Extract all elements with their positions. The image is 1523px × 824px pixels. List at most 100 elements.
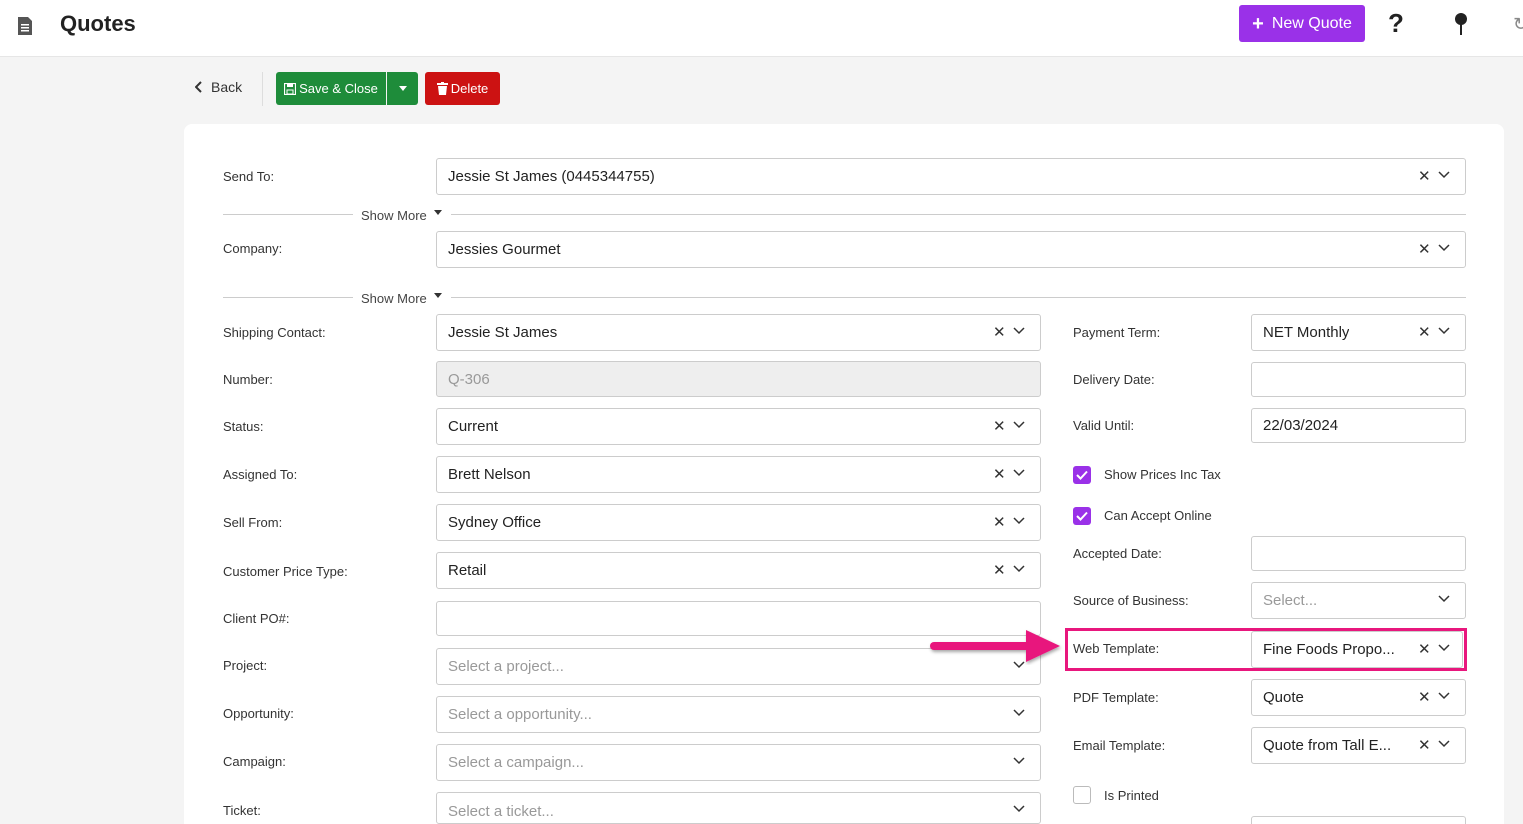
clear-icon[interactable]: ✕ bbox=[993, 323, 1006, 341]
chevron-down-icon[interactable] bbox=[1013, 421, 1025, 429]
company-value: Jessies Gourmet bbox=[448, 241, 561, 258]
chevron-down-icon[interactable] bbox=[1438, 692, 1450, 700]
shipping-contact-select[interactable]: Jessie St James ✕ bbox=[436, 314, 1041, 351]
valid-until-label: Valid Until: bbox=[1073, 418, 1135, 433]
show-more-label: Show More bbox=[361, 291, 427, 306]
caret-down-icon bbox=[433, 210, 442, 215]
clear-icon[interactable]: ✕ bbox=[1418, 240, 1431, 258]
chevron-down-icon[interactable] bbox=[1438, 595, 1450, 603]
customer-price-type-select[interactable]: Retail ✕ bbox=[436, 552, 1041, 589]
document-icon bbox=[18, 17, 32, 35]
chevron-down-icon[interactable] bbox=[1013, 709, 1025, 717]
top-bar: Quotes + New Quote ? ↻ bbox=[0, 0, 1523, 57]
chevron-left-icon bbox=[195, 81, 202, 93]
delete-label: Delete bbox=[450, 81, 489, 96]
new-quote-button[interactable]: + New Quote bbox=[1239, 5, 1365, 42]
sell-from-label: Sell From: bbox=[223, 515, 283, 530]
source-of-business-label: Source of Business: bbox=[1073, 593, 1189, 608]
delivery-date-input[interactable] bbox=[1251, 362, 1466, 397]
sell-from-value: Sydney Office bbox=[448, 514, 542, 531]
number-field: Q-306 bbox=[436, 361, 1041, 397]
chevron-down-icon[interactable] bbox=[1013, 757, 1025, 765]
partial-field[interactable] bbox=[1251, 816, 1466, 824]
customer-price-type-label: Customer Price Type: bbox=[223, 564, 348, 579]
payment-term-value: NET Monthly bbox=[1263, 324, 1350, 341]
pin-icon[interactable] bbox=[1453, 12, 1469, 36]
clear-icon[interactable]: ✕ bbox=[993, 465, 1006, 483]
accepted-date-label: Accepted Date: bbox=[1073, 546, 1162, 561]
save-close-label: Save & Close bbox=[299, 81, 378, 96]
clear-icon[interactable]: ✕ bbox=[993, 561, 1006, 579]
chevron-down-icon[interactable] bbox=[1438, 171, 1450, 179]
caret-down-icon bbox=[433, 293, 442, 298]
delete-button[interactable]: Delete bbox=[425, 72, 500, 105]
can-accept-online-checkbox[interactable] bbox=[1073, 507, 1091, 525]
check-icon bbox=[1076, 511, 1088, 521]
source-of-business-placeholder: Select... bbox=[1263, 592, 1318, 609]
chevron-down-icon[interactable] bbox=[1013, 565, 1025, 573]
email-template-select[interactable]: Quote from Tall E... ✕ bbox=[1251, 727, 1466, 764]
chevron-down-icon[interactable] bbox=[1438, 327, 1450, 335]
valid-until-input[interactable]: 22/03/2024 bbox=[1251, 408, 1466, 443]
valid-until-value: 22/03/2024 bbox=[1263, 417, 1339, 434]
save-options-dropdown[interactable] bbox=[387, 72, 418, 105]
chevron-down-icon[interactable] bbox=[1438, 740, 1450, 748]
opportunity-placeholder: Select a opportunity... bbox=[448, 706, 592, 723]
show-more-toggle[interactable]: Show More bbox=[361, 208, 442, 223]
back-button[interactable]: Back bbox=[195, 79, 242, 95]
chevron-down-icon[interactable] bbox=[1013, 517, 1025, 525]
company-select[interactable]: Jessies Gourmet ✕ bbox=[436, 231, 1466, 268]
show-prices-inc-tax-checkbox[interactable] bbox=[1073, 466, 1091, 484]
clear-icon[interactable]: ✕ bbox=[1418, 323, 1431, 341]
source-of-business-select[interactable]: Select... bbox=[1251, 582, 1466, 619]
sell-from-select[interactable]: Sydney Office ✕ bbox=[436, 504, 1041, 541]
clear-icon[interactable]: ✕ bbox=[993, 417, 1006, 435]
number-label: Number: bbox=[223, 372, 273, 387]
ticket-label: Ticket: bbox=[223, 803, 261, 818]
is-printed-checkbox[interactable] bbox=[1073, 786, 1091, 804]
campaign-select[interactable]: Select a campaign... bbox=[436, 744, 1041, 781]
caret-down-icon bbox=[398, 86, 407, 91]
delivery-date-label: Delivery Date: bbox=[1073, 372, 1155, 387]
refresh-icon[interactable]: ↻ bbox=[1513, 14, 1523, 35]
help-icon[interactable]: ? bbox=[1388, 8, 1404, 39]
chevron-down-icon[interactable] bbox=[1438, 244, 1450, 252]
opportunity-label: Opportunity: bbox=[223, 706, 294, 721]
client-po-label: Client PO#: bbox=[223, 611, 290, 626]
chevron-down-icon[interactable] bbox=[1013, 469, 1025, 477]
shipping-contact-value: Jessie St James bbox=[448, 324, 558, 341]
show-more-toggle[interactable]: Show More bbox=[361, 291, 442, 306]
payment-term-label: Payment Term: bbox=[1073, 325, 1161, 340]
send-to-select[interactable]: Jessie St James (0445344755) ✕ bbox=[436, 158, 1466, 195]
save-close-button[interactable]: Save & Close bbox=[276, 72, 386, 105]
project-placeholder: Select a project... bbox=[448, 658, 564, 675]
divider-line bbox=[223, 297, 353, 298]
accepted-date-input[interactable] bbox=[1251, 536, 1466, 571]
pdf-template-select[interactable]: Quote ✕ bbox=[1251, 679, 1466, 716]
show-prices-inc-tax-label: Show Prices Inc Tax bbox=[1104, 467, 1221, 482]
divider-line bbox=[223, 214, 353, 215]
is-printed-label: Is Printed bbox=[1104, 788, 1159, 803]
clear-icon[interactable]: ✕ bbox=[1418, 688, 1431, 706]
chevron-down-icon[interactable] bbox=[1013, 327, 1025, 335]
company-label: Company: bbox=[223, 241, 283, 256]
ticket-select[interactable]: Select a ticket... bbox=[436, 792, 1041, 824]
assigned-to-label: Assigned To: bbox=[223, 467, 298, 482]
pdf-template-label: PDF Template: bbox=[1073, 690, 1159, 705]
chevron-down-icon[interactable] bbox=[1013, 805, 1025, 813]
clear-icon[interactable]: ✕ bbox=[993, 513, 1006, 531]
status-select[interactable]: Current ✕ bbox=[436, 408, 1041, 445]
annotation-arrow-icon bbox=[930, 630, 1060, 662]
status-value: Current bbox=[448, 418, 499, 435]
divider-line bbox=[451, 297, 1466, 298]
page-title: Quotes bbox=[60, 11, 136, 36]
show-more-label: Show More bbox=[361, 208, 427, 223]
clear-icon[interactable]: ✕ bbox=[1418, 736, 1431, 754]
assigned-to-select[interactable]: Brett Nelson ✕ bbox=[436, 456, 1041, 493]
opportunity-select[interactable]: Select a opportunity... bbox=[436, 696, 1041, 733]
email-template-label: Email Template: bbox=[1073, 738, 1166, 753]
customer-price-type-value: Retail bbox=[448, 562, 487, 579]
payment-term-select[interactable]: NET Monthly ✕ bbox=[1251, 314, 1466, 351]
project-label: Project: bbox=[223, 658, 268, 673]
clear-icon[interactable]: ✕ bbox=[1418, 167, 1431, 185]
